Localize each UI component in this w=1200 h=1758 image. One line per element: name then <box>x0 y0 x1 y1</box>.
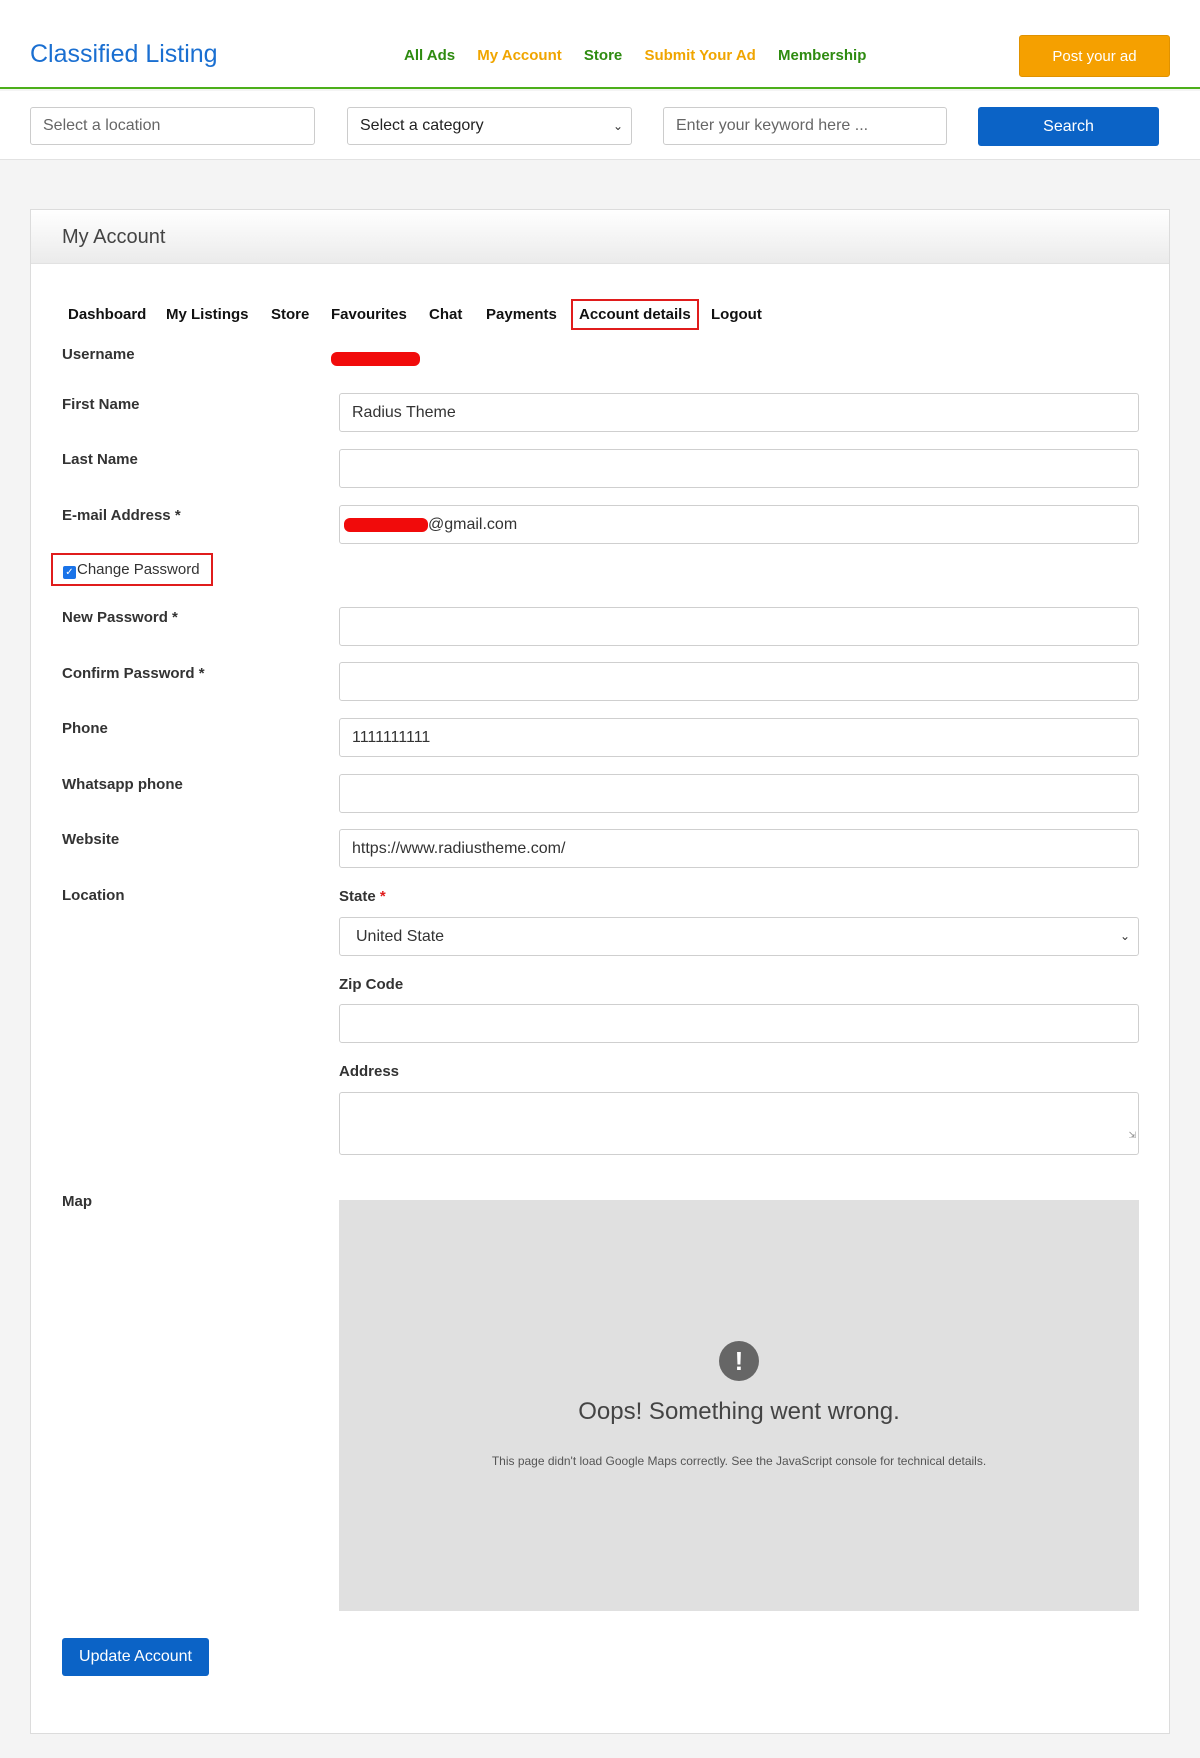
last-name-input[interactable] <box>339 449 1139 488</box>
update-account-button[interactable]: Update Account <box>62 1638 209 1676</box>
tab-logout[interactable]: Logout <box>711 306 762 323</box>
change-password-checkbox[interactable]: ✓ Change Password <box>51 553 213 586</box>
site-logo[interactable]: Classified Listing <box>30 40 218 69</box>
location-input[interactable]: Select a location <box>30 107 315 145</box>
website-label: Website <box>62 831 120 848</box>
nav-store[interactable]: Store <box>584 47 622 64</box>
phone-label: Phone <box>62 720 108 737</box>
map-label: Map <box>62 1193 92 1210</box>
location-label: Location <box>62 887 125 904</box>
map-area[interactable]: ! Oops! Something went wrong. This page … <box>339 1200 1139 1611</box>
search-bar: Select a location Select a category ⌄ En… <box>0 91 1200 160</box>
first-name-label: First Name <box>62 396 140 413</box>
last-name-label: Last Name <box>62 451 138 468</box>
confirm-password-input[interactable] <box>339 662 1139 701</box>
zip-input[interactable] <box>339 1004 1139 1043</box>
chevron-down-icon: ⌄ <box>1119 929 1130 943</box>
chevron-down-icon: ⌄ <box>612 119 623 133</box>
address-textarea[interactable]: ⇲ <box>339 1092 1139 1155</box>
whatsapp-label: Whatsapp phone <box>62 776 183 793</box>
tab-dashboard[interactable]: Dashboard <box>68 306 146 323</box>
username-redacted <box>331 350 420 368</box>
new-password-label: New Password * <box>62 609 178 626</box>
confirm-password-label: Confirm Password * <box>62 665 205 682</box>
nav-submit-ad[interactable]: Submit Your Ad <box>644 47 755 64</box>
state-select-value: United State <box>356 928 445 945</box>
nav-all-ads[interactable]: All Ads <box>404 47 455 64</box>
nav-membership[interactable]: Membership <box>778 47 866 64</box>
username-label: Username <box>62 346 135 363</box>
site-header: Classified Listing All Ads My Account St… <box>0 0 1200 89</box>
error-icon: ! <box>719 1341 759 1381</box>
resize-handle-icon[interactable]: ⇲ <box>1128 1117 1136 1154</box>
nav-my-account[interactable]: My Account <box>477 47 561 64</box>
state-label: State * <box>339 888 386 905</box>
address-label: Address <box>339 1063 400 1080</box>
email-suffix: @gmail.com <box>428 516 518 533</box>
tab-favourites[interactable]: Favourites <box>331 306 407 323</box>
main-nav: All Ads My Account Store Submit Your Ad … <box>404 47 884 64</box>
tab-store[interactable]: Store <box>271 306 309 323</box>
post-ad-button[interactable]: Post your ad <box>1019 35 1170 77</box>
tab-account-details[interactable]: Account details <box>571 299 699 330</box>
state-select[interactable]: United State ⌄ <box>339 917 1139 956</box>
map-error-title: Oops! Something went wrong. <box>578 1398 900 1425</box>
search-button[interactable]: Search <box>978 107 1159 146</box>
tab-chat[interactable]: Chat <box>429 306 462 323</box>
account-panel: My Account Dashboard My Listings Store F… <box>30 209 1170 1734</box>
keyword-input[interactable]: Enter your keyword here ... <box>663 107 947 145</box>
tab-payments[interactable]: Payments <box>486 306 557 323</box>
phone-input[interactable]: 1111111111 <box>339 718 1139 757</box>
new-password-input[interactable] <box>339 607 1139 646</box>
map-error-description: This page didn't load Google Maps correc… <box>491 1454 987 1468</box>
change-password-label: Change Password <box>77 561 200 578</box>
category-select-value: Select a category <box>360 117 484 134</box>
whatsapp-input[interactable] <box>339 774 1139 813</box>
panel-title: My Account <box>31 210 1169 264</box>
zip-label: Zip Code <box>339 976 404 993</box>
email-input[interactable]: @gmail.com <box>339 505 1139 544</box>
category-select[interactable]: Select a category ⌄ <box>347 107 632 145</box>
email-redacted <box>344 517 428 532</box>
website-input[interactable]: https://www.radiustheme.com/ <box>339 829 1139 868</box>
first-name-input[interactable]: Radius Theme <box>339 393 1139 432</box>
email-label: E-mail Address * <box>62 507 181 524</box>
state-required-mark: * <box>379 888 386 905</box>
checkmark-icon: ✓ <box>63 566 76 579</box>
state-label-text: State <box>339 888 376 905</box>
tab-my-listings[interactable]: My Listings <box>166 306 249 323</box>
